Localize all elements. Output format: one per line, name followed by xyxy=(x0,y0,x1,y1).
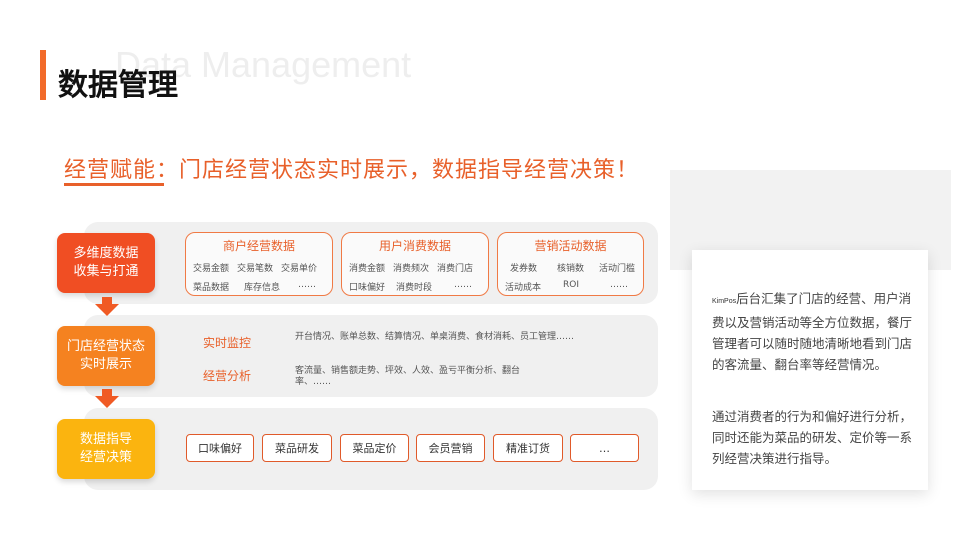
headline: 经营赋能：门店经营状态实时展示，数据指导经营决策！ xyxy=(64,158,640,183)
box-title: 商户经营数据 xyxy=(222,239,295,253)
list-item: 菜品数据 xyxy=(193,283,230,293)
card-paragraph-1: KimPos后台汇集了门店的经营、用户消费以及营销活动等全方位数据，餐厅管理者可… xyxy=(712,291,913,372)
list-item: 活动门槛 xyxy=(599,264,636,274)
list-item: 库存信息 xyxy=(244,283,281,293)
list-item: 交易笔数 xyxy=(237,264,274,274)
title-accent-bar xyxy=(40,50,46,100)
list-item: 交易单价 xyxy=(281,264,318,274)
arrow-down-icon xyxy=(95,396,119,408)
decision-taste-preference: 口味偏好 xyxy=(186,434,254,462)
merchant-data-box: 商户经营数据 交易金额 交易笔数 交易单价 菜品数据 库存信息 …… xyxy=(185,232,333,296)
decision-dish-pricing: 菜品定价 xyxy=(340,434,409,462)
page-title: 数据管理 xyxy=(58,68,178,103)
business-analysis-text: 客流量、销售额走势、坪效、人效、盈亏平衡分析、翻台率、…… xyxy=(295,366,521,387)
card-paragraph-2: 通过消费者的行为和偏好进行分析，同时还能为菜品的研发、定价等一系列经营决策进行指… xyxy=(712,409,913,466)
realtime-monitor-label: 实时监控 xyxy=(203,336,252,350)
list-item: 发券数 xyxy=(510,264,538,274)
list-item: 消费金额 xyxy=(349,264,386,274)
box-title: 用户消费数据 xyxy=(378,239,451,253)
decision-dish-development: 菜品研发 xyxy=(262,434,332,462)
stage-decision: 数据指导 经营决策 xyxy=(57,419,155,479)
decision-precise-ordering: 精准订货 xyxy=(493,434,563,462)
brand-name: KimPos xyxy=(712,298,737,305)
list-item: 交易金额 xyxy=(193,264,230,274)
decision-more: … xyxy=(570,434,639,462)
list-item: 活动成本 xyxy=(505,283,542,293)
list-item: …… xyxy=(610,280,628,290)
stage-data-collection: 多维度数据 收集与打通 xyxy=(57,233,155,293)
decision-member-marketing: 会员营销 xyxy=(416,434,485,462)
user-consumption-data-box: 用户消费数据 消费金额 消费频次 消费门店 口味偏好 消费时段 …… xyxy=(341,232,489,296)
list-item: ROI xyxy=(563,280,579,290)
list-item: 消费时段 xyxy=(396,283,433,293)
stage-realtime-display: 门店经营状态 实时展示 xyxy=(57,326,155,386)
list-item: …… xyxy=(298,280,316,290)
arrow-down-icon xyxy=(95,304,119,316)
headline-underline xyxy=(64,183,164,186)
list-item: 核销数 xyxy=(557,264,585,274)
realtime-monitor-text: 开台情况、账单总数、结算情况、单桌消费、食材消耗、员工管理…… xyxy=(295,332,575,342)
list-item: …… xyxy=(454,280,472,290)
card-backdrop xyxy=(670,170,951,250)
box-title: 营销活动数据 xyxy=(534,239,607,253)
list-item: 口味偏好 xyxy=(349,283,386,293)
business-analysis-label: 经营分析 xyxy=(203,369,252,383)
list-item: 消费频次 xyxy=(393,264,430,274)
list-item: 消费门店 xyxy=(437,264,474,274)
marketing-data-box: 营销活动数据 发券数 核销数 活动门槛 活动成本 ROI …… xyxy=(497,232,644,296)
